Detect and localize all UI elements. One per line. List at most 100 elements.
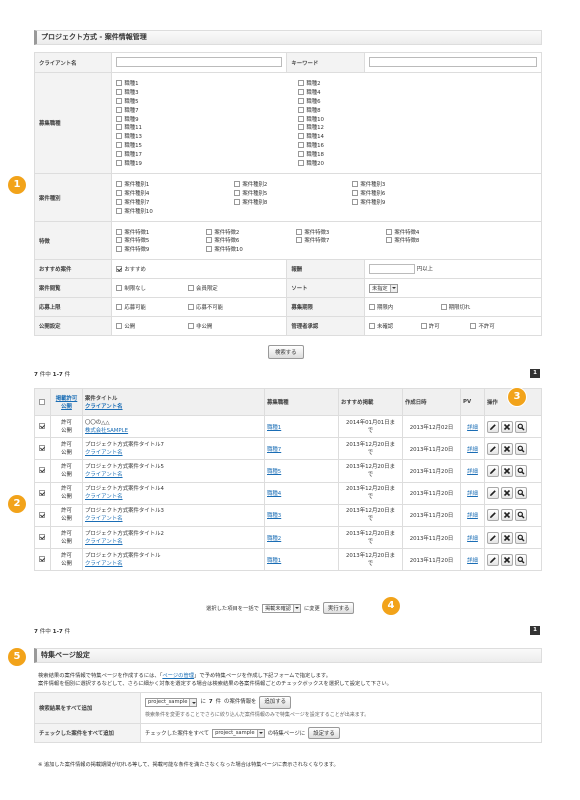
job-type-option[interactable]: 職種13 [116, 132, 298, 141]
job-type-option[interactable]: 職種19 [116, 158, 298, 167]
search-button[interactable]: 検索する [268, 345, 304, 359]
feature-option[interactable]: 案件特徴6 [206, 236, 296, 245]
delete-button[interactable] [501, 420, 513, 433]
case-type-option[interactable]: 案件種別8 [234, 198, 352, 207]
case-type-option[interactable]: 案件種別1 [116, 180, 234, 189]
delete-button[interactable] [501, 553, 513, 566]
case-type-option[interactable]: 案件種別4 [116, 189, 234, 198]
approval-option-unconfirmed[interactable]: 未確認 [369, 321, 419, 330]
feature-option[interactable]: 案件特徴4 [386, 227, 476, 236]
feature-option[interactable]: 案件特徴7 [296, 236, 386, 245]
sort-status-link[interactable]: 掲載許可 [53, 394, 80, 402]
row-checkbox[interactable] [38, 556, 45, 563]
row-checkbox[interactable] [38, 423, 45, 430]
job-type-option[interactable]: 職種10 [298, 114, 478, 123]
feature-option[interactable]: 案件特徴1 [116, 227, 206, 236]
preview-button[interactable] [515, 553, 527, 566]
apply-limit-option-impossible[interactable]: 応募不可能 [188, 302, 223, 311]
recommend-checkbox[interactable]: おすすめ [116, 264, 146, 273]
job-type-option[interactable]: 職種6 [298, 97, 478, 106]
row-checkbox[interactable] [38, 534, 45, 541]
edit-button[interactable] [487, 553, 499, 566]
edit-button[interactable] [487, 531, 499, 544]
row-pv-detail-link[interactable]: 詳細 [467, 469, 478, 475]
row-job-link[interactable]: 職種1 [267, 558, 281, 564]
row-job-link[interactable]: 職種4 [267, 491, 281, 497]
row-checkbox[interactable] [38, 467, 45, 474]
row-checkbox[interactable] [38, 489, 45, 496]
edit-button[interactable] [487, 464, 499, 477]
job-type-option[interactable]: 職種2 [298, 79, 478, 88]
preview-button[interactable] [515, 509, 527, 522]
bulk-status-select[interactable]: 掲載未確認 [261, 603, 301, 613]
delete-button[interactable] [501, 464, 513, 477]
client-name-input[interactable] [116, 56, 283, 67]
row-job-link[interactable]: 職種7 [267, 447, 281, 453]
feature-option[interactable]: 案件特徴2 [206, 227, 296, 236]
special-page-select-2[interactable]: project_sample [212, 728, 265, 738]
row-client-link[interactable]: 株式会社SAMPLE [85, 427, 262, 435]
row-job-link[interactable]: 職種1 [267, 425, 281, 431]
preview-button[interactable] [515, 531, 527, 544]
row-pv-detail-link[interactable]: 詳細 [467, 447, 478, 453]
case-type-option[interactable]: 案件種別7 [116, 198, 234, 207]
row-pv-detail-link[interactable]: 詳細 [467, 425, 478, 431]
delete-button[interactable] [501, 531, 513, 544]
job-type-option[interactable]: 職種4 [298, 88, 478, 97]
edit-button[interactable] [487, 487, 499, 500]
row-client-link[interactable]: クライアント名 [85, 515, 262, 523]
keyword-input[interactable] [369, 56, 537, 67]
job-type-option[interactable]: 職種9 [116, 114, 298, 123]
row-pv-detail-link[interactable]: 詳細 [467, 491, 478, 497]
job-type-option[interactable]: 職種15 [116, 141, 298, 150]
special-page-select-1[interactable]: project_sample [145, 698, 198, 707]
edit-button[interactable] [487, 420, 499, 433]
col-client-header[interactable]: クライアント名 [85, 402, 262, 410]
job-type-option[interactable]: 職種20 [298, 158, 478, 167]
feature-option[interactable]: 案件特徴3 [296, 227, 386, 236]
case-type-option[interactable]: 案件種別6 [352, 189, 470, 198]
pagination-page-top[interactable]: 1 [530, 369, 540, 378]
row-pv-detail-link[interactable]: 詳細 [467, 536, 478, 542]
row-client-link[interactable]: クライアント名 [85, 560, 262, 568]
delete-button[interactable] [501, 487, 513, 500]
row-client-link[interactable]: クライアント名 [85, 493, 262, 501]
feature-option[interactable]: 案件特徴5 [116, 236, 206, 245]
salary-input[interactable] [369, 264, 415, 274]
job-type-option[interactable]: 職種12 [298, 123, 478, 132]
select-all-checkbox[interactable] [38, 398, 45, 405]
edit-button[interactable] [487, 509, 499, 522]
case-type-option[interactable]: 案件種別10 [116, 206, 234, 215]
delete-button[interactable] [501, 442, 513, 455]
case-type-option[interactable]: 案件種別9 [352, 198, 470, 207]
row-pv-detail-link[interactable]: 詳細 [467, 558, 478, 564]
row-client-link[interactable]: クライアント名 [85, 471, 262, 479]
approval-option-allowed[interactable]: 許可 [420, 321, 469, 330]
publish-option-private[interactable]: 非公開 [188, 321, 212, 330]
row-job-link[interactable]: 職種5 [267, 469, 281, 475]
job-type-option[interactable]: 職種16 [298, 141, 478, 150]
approval-option-denied[interactable]: 不許可 [470, 321, 495, 330]
feature-option[interactable]: 案件特徴8 [386, 236, 476, 245]
job-type-option[interactable]: 職種14 [298, 132, 478, 141]
row-client-link[interactable]: クライアント名 [85, 538, 262, 546]
row-pv-detail-link[interactable]: 詳細 [467, 513, 478, 519]
job-type-option[interactable]: 職種17 [116, 149, 298, 158]
job-type-option[interactable]: 職種3 [116, 88, 298, 97]
delete-button[interactable] [501, 509, 513, 522]
case-type-option[interactable]: 案件種別5 [234, 189, 352, 198]
job-type-option[interactable]: 職種8 [298, 105, 478, 114]
row-job-link[interactable]: 職種2 [267, 536, 281, 542]
bulk-execute-button[interactable]: 実行する [322, 602, 355, 614]
publish-option-public[interactable]: 公開 [116, 321, 186, 330]
preview-button[interactable] [515, 464, 527, 477]
sort-select[interactable]: 未指定 [369, 283, 398, 293]
sort-public-link[interactable]: 公開 [53, 402, 80, 410]
preview-button[interactable] [515, 487, 527, 500]
public-range-option-members[interactable]: 会員限定 [188, 283, 218, 292]
job-type-option[interactable]: 職種5 [116, 97, 298, 106]
job-type-option[interactable]: 職種7 [116, 105, 298, 114]
preview-button[interactable] [515, 420, 527, 433]
pagination-page-bottom[interactable]: 1 [530, 626, 540, 635]
job-type-option[interactable]: 職種1 [116, 79, 298, 88]
